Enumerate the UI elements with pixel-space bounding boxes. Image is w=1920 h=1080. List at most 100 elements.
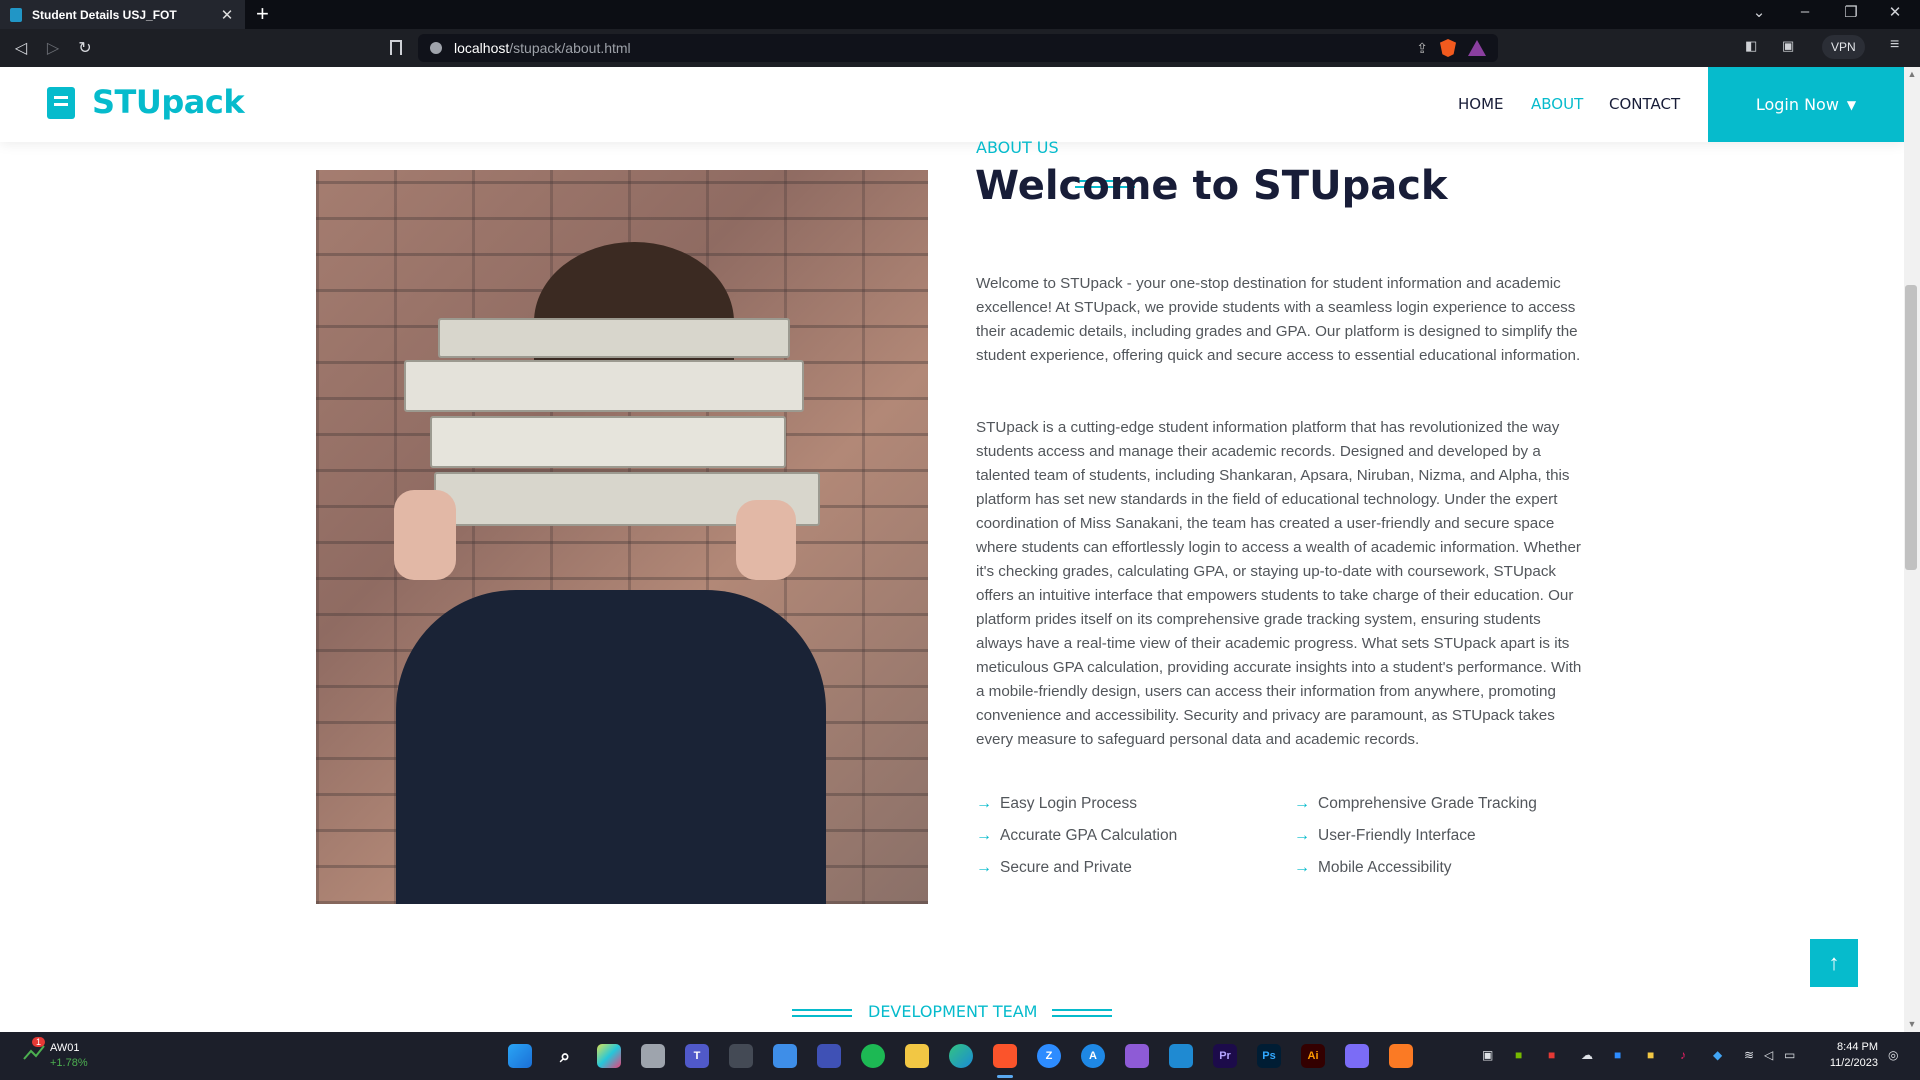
tag-divider: [792, 1015, 852, 1017]
close-icon[interactable]: ✕: [219, 6, 235, 24]
volume-icon[interactable]: ◁: [1764, 1048, 1773, 1062]
minimize-icon[interactable]: –: [1790, 3, 1820, 20]
notification-icon[interactable]: ◎: [1888, 1048, 1898, 1062]
store-icon[interactable]: [773, 1044, 797, 1068]
nav-contact[interactable]: CONTACT: [1609, 95, 1680, 113]
tray-app-icon[interactable]: ■: [1548, 1048, 1555, 1062]
feature-list: → Easy Login Process → Comprehensive Grade…: [976, 792, 1590, 880]
teams-icon[interactable]: T: [685, 1044, 709, 1068]
clock-time[interactable]: 8:44 PM: [1818, 1041, 1878, 1053]
feature-label: User-Friendly Interface: [1318, 827, 1476, 844]
reload-icon[interactable]: ↻: [74, 38, 96, 58]
arrow-right-icon: →: [1294, 827, 1310, 844]
copilot-icon[interactable]: [597, 1044, 621, 1068]
forward-icon[interactable]: ▷: [42, 38, 64, 58]
restore-icon[interactable]: ❐: [1836, 3, 1866, 21]
app-store-icon[interactable]: A: [1081, 1044, 1105, 1068]
wallet-icon[interactable]: ▣: [1782, 38, 1794, 54]
feature-item: → User-Friendly Interface: [1294, 824, 1590, 848]
brand-logo[interactable]: STUpack: [92, 83, 245, 121]
tag-divider: [1052, 1009, 1112, 1011]
tray-xampp-icon[interactable]: ▣: [1482, 1048, 1493, 1062]
tray-nvidia-icon[interactable]: ■: [1515, 1048, 1522, 1062]
battery-icon[interactable]: ▭: [1784, 1048, 1795, 1062]
stock-widget[interactable]: 1: [22, 1037, 46, 1070]
brave-shields-icon[interactable]: [1440, 39, 1456, 57]
share-icon[interactable]: ⇪: [1416, 40, 1428, 57]
feature-item: → Mobile Accessibility: [1294, 856, 1590, 880]
tab-search-chevron-icon[interactable]: ⌄: [1744, 3, 1774, 21]
active-app-indicator: [997, 1075, 1013, 1078]
brave-icon[interactable]: [993, 1044, 1017, 1068]
scrollbar-thumb[interactable]: [1905, 285, 1917, 570]
site-info-icon[interactable]: [430, 42, 442, 54]
hand: [736, 500, 796, 580]
book: [438, 318, 790, 358]
illustrator-icon[interactable]: Ai: [1301, 1044, 1325, 1068]
visual-studio-icon[interactable]: [1125, 1044, 1149, 1068]
tray-audio-icon[interactable]: ♪: [1680, 1048, 1686, 1062]
task-view-icon[interactable]: [641, 1044, 665, 1068]
feature-item: → Comprehensive Grade Tracking: [1294, 792, 1590, 816]
feature-label: Mobile Accessibility: [1318, 859, 1452, 876]
bookmark-icon[interactable]: [390, 40, 402, 55]
search-icon[interactable]: ⌕: [553, 1044, 577, 1068]
new-tab-button[interactable]: +: [256, 2, 269, 26]
wifi-icon[interactable]: ≋: [1744, 1048, 1754, 1062]
back-to-top-button[interactable]: ↑: [1810, 939, 1858, 987]
back-icon[interactable]: ◁: [10, 38, 32, 58]
login-now-button[interactable]: Login Now ▼: [1708, 67, 1904, 142]
sidebar-toggle-icon[interactable]: ◧: [1745, 38, 1757, 54]
vpn-button[interactable]: VPN: [1822, 35, 1865, 59]
tray-app-icon[interactable]: ■: [1614, 1048, 1621, 1062]
arrow-right-icon: →: [1294, 859, 1310, 876]
nav-about[interactable]: ABOUT: [1531, 95, 1583, 113]
person-coat: [396, 590, 826, 904]
development-team-tag: DEVELOPMENT TEAM: [868, 1002, 1038, 1021]
edge-icon[interactable]: [949, 1044, 973, 1068]
arrow-right-icon: →: [976, 827, 992, 844]
vscode-icon[interactable]: [1169, 1044, 1193, 1068]
arrow-up-icon: ↑: [1828, 950, 1840, 975]
tray-app-icon[interactable]: ■: [1647, 1048, 1654, 1062]
file-explorer-icon[interactable]: [905, 1044, 929, 1068]
stock-name: AW01: [50, 1042, 80, 1054]
feature-label: Easy Login Process: [1000, 795, 1137, 812]
zoom-icon[interactable]: Z: [1037, 1044, 1061, 1068]
scroll-up-icon[interactable]: ▲: [1904, 69, 1920, 79]
stock-badge: 1: [32, 1037, 46, 1047]
book: [404, 360, 804, 412]
site-navbar: STUpack HOME ABOUT CONTACT Login Now ▼: [0, 67, 1904, 142]
arrow-right-icon: →: [1294, 795, 1310, 812]
defender-icon[interactable]: ◆: [1713, 1048, 1722, 1062]
start-icon[interactable]: [508, 1044, 532, 1068]
about-us-tag: ABOUT US: [976, 138, 1059, 157]
window-close-icon[interactable]: ✕: [1880, 3, 1910, 21]
app-icon[interactable]: [1345, 1044, 1369, 1068]
book-logo-icon: [47, 87, 75, 119]
about-paragraph-2: STUpack is a cutting-edge student inform…: [976, 419, 1582, 748]
spotify-icon[interactable]: [861, 1044, 885, 1068]
brave-rewards-icon[interactable]: [1468, 40, 1486, 56]
clock-date[interactable]: 11/2/2023: [1818, 1057, 1878, 1069]
photoshop-icon[interactable]: Ps: [1257, 1044, 1281, 1068]
hand: [394, 490, 456, 580]
browser-tabbar: Student Details USJ_FOT ✕ + ⌄ – ❐ ✕: [0, 0, 1920, 29]
premiere-icon[interactable]: Pr: [1213, 1044, 1237, 1068]
onedrive-icon[interactable]: ☁: [1581, 1048, 1593, 1062]
browser-tab[interactable]: Student Details USJ_FOT ✕: [0, 0, 245, 29]
page-favicon-icon: [10, 7, 22, 22]
book: [430, 416, 786, 468]
page-viewport: STUpack HOME ABOUT CONTACT Login Now ▼ A…: [0, 67, 1920, 1032]
scroll-down-icon[interactable]: ▼: [1904, 1019, 1920, 1029]
unity-icon[interactable]: [729, 1044, 753, 1068]
menu-icon[interactable]: ≡: [1890, 36, 1899, 54]
pen-app-icon[interactable]: [817, 1044, 841, 1068]
arrow-right-icon: →: [976, 795, 992, 812]
xampp-icon[interactable]: [1389, 1044, 1413, 1068]
feature-item: → Accurate GPA Calculation: [976, 824, 1294, 848]
nav-home[interactable]: HOME: [1458, 95, 1504, 113]
address-bar[interactable]: localhost /stupack/about.html ⇪: [418, 34, 1498, 62]
feature-label: Comprehensive Grade Tracking: [1318, 795, 1537, 812]
tab-title: Student Details USJ_FOT: [32, 7, 177, 22]
